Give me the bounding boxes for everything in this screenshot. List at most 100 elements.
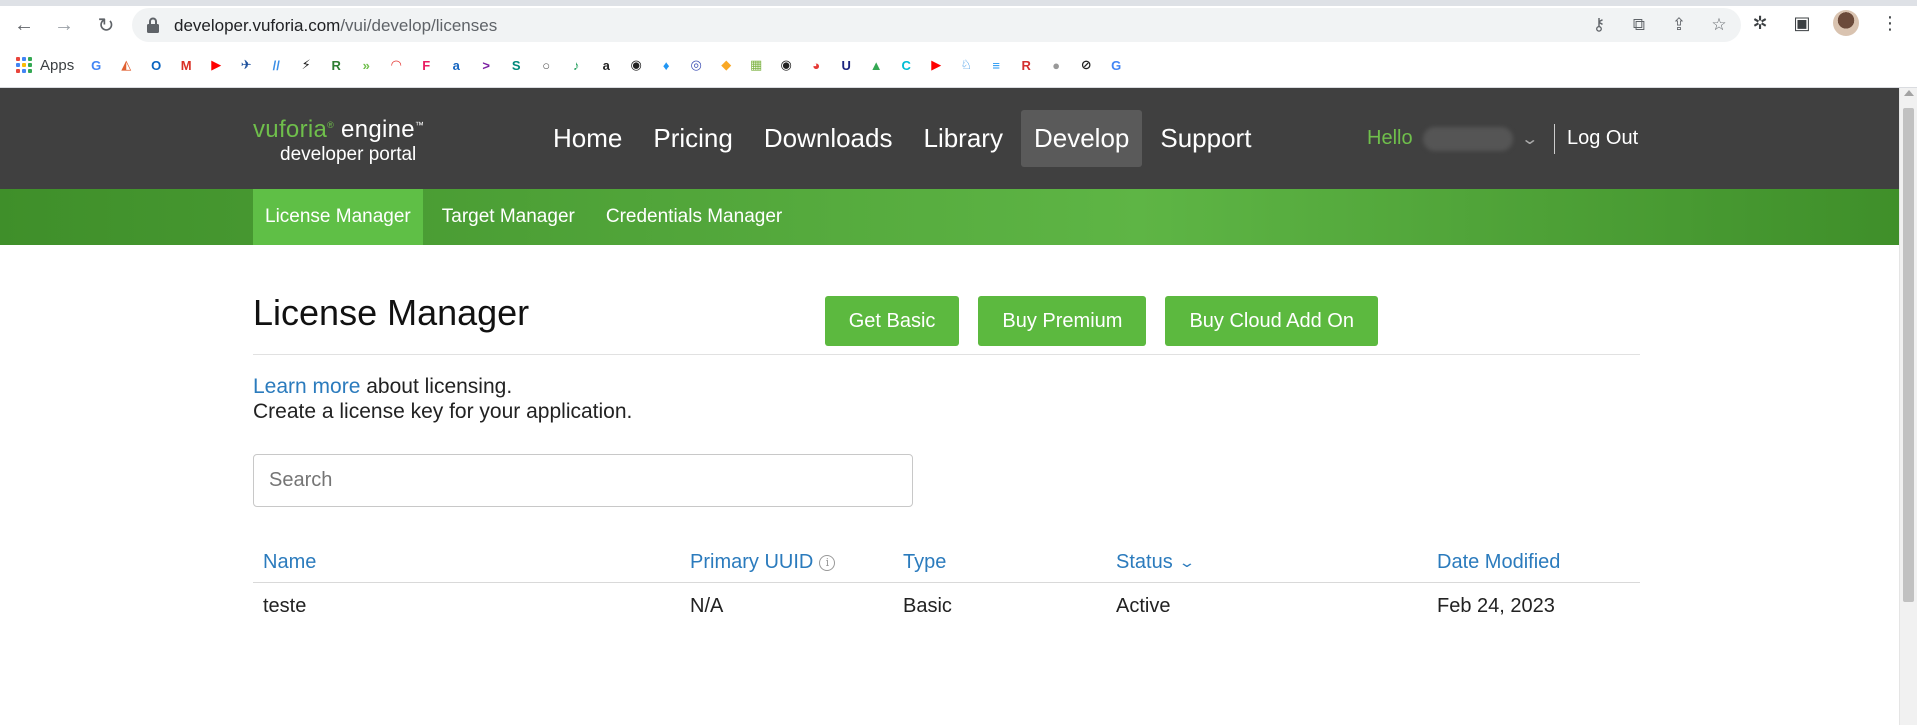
youtube2-icon[interactable]: ▶: [926, 55, 946, 75]
chevron-down-icon[interactable]: ⌄: [1520, 129, 1539, 149]
pr-icon[interactable]: R: [326, 55, 346, 75]
col-type-header[interactable]: Type: [903, 551, 946, 574]
share-icon[interactable]: ⇪: [1669, 15, 1689, 35]
side-panel-icon[interactable]: ▣: [1791, 12, 1813, 34]
search-input[interactable]: [253, 454, 913, 507]
scroll-thumb[interactable]: [1903, 108, 1914, 602]
bulb-icon[interactable]: ○: [536, 55, 556, 75]
sort-chevron-icon: ⌄: [1177, 554, 1196, 570]
reload-icon[interactable]: ↻: [93, 12, 119, 38]
logo-vuforia-text: vuforia: [253, 116, 328, 143]
globe-icon[interactable]: ◉: [626, 55, 646, 75]
circle-icon[interactable]: ♪: [566, 55, 586, 75]
nav-pricing[interactable]: Pricing: [640, 110, 745, 167]
hello-greeting: Hello: [1367, 127, 1413, 149]
address-bar[interactable]: developer.vuforia.com/vui/develop/licens…: [132, 8, 1741, 42]
slash-circle-icon[interactable]: ⊘: [1076, 55, 1096, 75]
drop-icon[interactable]: ♦: [656, 55, 676, 75]
slash-icon[interactable]: //: [266, 55, 286, 75]
back-icon[interactable]: ←: [11, 12, 37, 38]
learn-more-link[interactable]: Learn more: [253, 375, 360, 398]
youtube-icon[interactable]: ▶: [206, 55, 226, 75]
translate-icon[interactable]: ⧉: [1629, 15, 1649, 35]
cursor-icon[interactable]: ◠: [386, 55, 406, 75]
forward-icon[interactable]: →: [51, 12, 77, 38]
menu-kebab-icon[interactable]: ⋮: [1879, 12, 1901, 34]
lock-icon: [147, 17, 159, 33]
apps-grid-icon: [16, 57, 32, 73]
user-menu: Hello ⌄ Log Out: [1367, 88, 1638, 189]
cell-name[interactable]: teste: [263, 595, 306, 618]
page-title: License Manager: [253, 292, 530, 333]
col-name-header[interactable]: Name: [263, 551, 316, 574]
subnav-credentials-manager[interactable]: Credentials Manager: [594, 189, 794, 245]
key-icon[interactable]: ⚷: [1589, 15, 1609, 35]
col-uuid-header[interactable]: Primary UUID i: [690, 551, 836, 574]
info-icon[interactable]: i: [819, 554, 836, 571]
bolt-icon[interactable]: ⚡: [296, 55, 316, 75]
sub-nav: License Manager Target Manager Credentia…: [0, 189, 1899, 245]
profile-avatar[interactable]: [1833, 10, 1859, 36]
subnav-license-manager[interactable]: License Manager: [253, 189, 423, 245]
gdrive-icon[interactable]: ▲: [866, 55, 886, 75]
logo-engine-text: engine: [341, 116, 415, 143]
hand-icon[interactable]: ♘: [956, 55, 976, 75]
apps-shortcut[interactable]: Apps: [16, 57, 74, 74]
drive-shortcut-icon[interactable]: ◭: [116, 55, 136, 75]
unuvali-icon[interactable]: U: [836, 55, 856, 75]
apple-icon[interactable]: ●: [1046, 55, 1066, 75]
subnav-target-manager[interactable]: Target Manager: [430, 189, 587, 245]
create-license-text: Create a license key for your applicatio…: [253, 400, 633, 423]
amazon-icon[interactable]: a: [596, 55, 616, 75]
col-date-header[interactable]: Date Modified: [1437, 551, 1560, 574]
action-buttons: Get Basic Buy Premium Buy Cloud Add On: [824, 296, 1378, 346]
browser-right-actions: ✲ ▣ ⋮: [1749, 10, 1901, 36]
cell-date: Feb 24, 2023: [1437, 595, 1555, 617]
table-header: Name Primary UUID i Type Status ⌄ Date Mod…: [253, 551, 1640, 583]
cell-uuid: N/A: [690, 595, 724, 617]
table-row[interactable]: teste N/A Basic Active Feb 24, 2023: [253, 583, 1640, 628]
nav-support[interactable]: Support: [1147, 110, 1264, 167]
google2-icon[interactable]: G: [1106, 55, 1126, 75]
omnibox-actions: ⚷ ⧉ ⇪ ☆: [1589, 15, 1729, 35]
intro-text: Learn more about licensing. Create a lic…: [253, 374, 632, 424]
doc-icon[interactable]: ≡: [986, 55, 1006, 75]
buy-cloud-addon-button[interactable]: Buy Cloud Add On: [1165, 296, 1378, 346]
a-icon[interactable]: a: [446, 55, 466, 75]
target-icon[interactable]: ◎: [686, 55, 706, 75]
extensions-icon[interactable]: ✲: [1749, 12, 1771, 34]
google-icon[interactable]: G: [86, 55, 106, 75]
star-icon[interactable]: ☆: [1709, 15, 1729, 35]
cat-icon[interactable]: ◕: [806, 55, 826, 75]
nav-develop[interactable]: Develop: [1020, 110, 1143, 167]
s-icon[interactable]: S: [506, 55, 526, 75]
col-status-label: Status: [1116, 551, 1173, 573]
r-icon[interactable]: R: [1016, 55, 1036, 75]
scroll-up-icon[interactable]: [1904, 90, 1914, 96]
col-status-header[interactable]: Status ⌄: [1116, 551, 1195, 574]
f-icon[interactable]: F: [416, 55, 436, 75]
arrow-icon[interactable]: »: [356, 55, 376, 75]
app-icon[interactable]: ✈: [236, 55, 256, 75]
logout-link[interactable]: Log Out: [1567, 127, 1638, 150]
header-divider: [1553, 123, 1555, 154]
url-host: developer.vuforia.com: [174, 16, 341, 35]
col-name-label: Name: [263, 551, 317, 573]
nav-downloads[interactable]: Downloads: [751, 110, 906, 167]
globe2-icon[interactable]: ◉: [776, 55, 796, 75]
get-basic-button[interactable]: Get Basic: [824, 296, 960, 346]
accenture-icon[interactable]: >: [476, 55, 496, 75]
nav-library[interactable]: Library: [910, 110, 1015, 167]
browser-toolbar: ← → ↻ developer.vuforia.com/vui/develop/…: [0, 0, 1917, 88]
pages-icon[interactable]: ▦: [746, 55, 766, 75]
gmail-icon[interactable]: M: [176, 55, 196, 75]
title-divider: [253, 354, 1640, 355]
shield-icon[interactable]: ◆: [716, 55, 736, 75]
buy-premium-button[interactable]: Buy Premium: [978, 296, 1147, 346]
c-icon[interactable]: C: [896, 55, 916, 75]
outlook-icon[interactable]: O: [146, 55, 166, 75]
nav-home[interactable]: Home: [540, 110, 635, 167]
logo-subtitle: developer portal: [280, 144, 417, 165]
page-scrollbar[interactable]: [1899, 88, 1917, 725]
vuforia-logo[interactable]: vuforia® engine™ developer portal: [253, 116, 424, 166]
